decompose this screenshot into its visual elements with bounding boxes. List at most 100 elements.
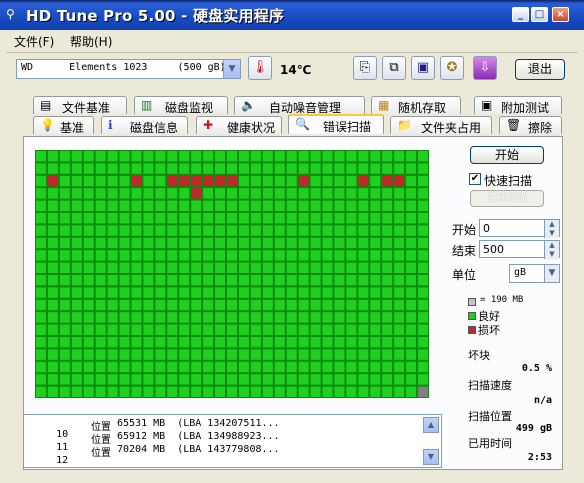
block-good bbox=[310, 312, 321, 323]
download-icon[interactable]: ⇩ bbox=[473, 56, 497, 80]
block-good bbox=[418, 200, 428, 211]
block-good bbox=[155, 250, 166, 261]
block-good bbox=[143, 386, 154, 397]
block-good bbox=[250, 200, 261, 211]
bad-blocks-label: 坏块 bbox=[468, 349, 490, 362]
block-good bbox=[155, 163, 166, 174]
block-good bbox=[286, 361, 297, 373]
block-good bbox=[274, 188, 285, 199]
block-good bbox=[394, 151, 405, 162]
block-good bbox=[418, 163, 428, 174]
block-good bbox=[131, 299, 142, 311]
block-good bbox=[382, 337, 393, 348]
block-good bbox=[95, 374, 106, 385]
tab-file-benchmark[interactable]: ▤ 文件基准 bbox=[33, 96, 127, 115]
save-icon[interactable]: ▣ bbox=[411, 56, 435, 80]
minimize-button[interactable]: _ bbox=[512, 7, 529, 22]
drive-select[interactable]: WD Elements 1023 (500 gB) ▼ bbox=[16, 59, 241, 79]
menu-help[interactable]: 帮助(H) bbox=[70, 33, 112, 50]
block-good bbox=[274, 213, 285, 224]
spinner-icon[interactable]: ▲ ▼ bbox=[544, 241, 559, 259]
block-good bbox=[250, 374, 261, 385]
maximize-button[interactable]: □ bbox=[531, 7, 548, 22]
chevron-down-icon[interactable]: ▼ bbox=[223, 60, 240, 78]
block-good bbox=[250, 213, 261, 224]
block-good bbox=[238, 225, 249, 236]
tab-erase[interactable]: 🗑 擦除 bbox=[499, 116, 562, 135]
block-good bbox=[131, 349, 142, 360]
block-good bbox=[71, 213, 82, 224]
tab-extra-tests[interactable]: ▣ 附加测试 bbox=[474, 96, 562, 115]
spinner-icon[interactable]: ▲ ▼ bbox=[544, 220, 559, 238]
block-damaged bbox=[382, 175, 393, 187]
block-good bbox=[274, 349, 285, 360]
block-good bbox=[370, 237, 381, 249]
block-good bbox=[191, 225, 202, 236]
block-good bbox=[346, 386, 357, 397]
block-good bbox=[238, 262, 249, 273]
unit-select[interactable]: gB ▼ bbox=[509, 264, 560, 283]
end-value-field[interactable]: 500 ▲ ▼ bbox=[479, 240, 560, 259]
tab-error-scan[interactable]: 🔍 错误扫描 bbox=[288, 114, 384, 134]
block-good bbox=[274, 225, 285, 236]
block-good bbox=[274, 200, 285, 211]
copy-all-icon[interactable]: ⧉ bbox=[382, 56, 406, 80]
block-good bbox=[36, 324, 46, 335]
block-good bbox=[107, 287, 118, 298]
block-good bbox=[238, 275, 249, 286]
block-good bbox=[334, 250, 345, 261]
health-cross-icon: ✚ bbox=[203, 118, 214, 132]
block-good bbox=[334, 275, 345, 286]
menu-file[interactable]: 文件(F) bbox=[14, 33, 54, 50]
block-good bbox=[47, 188, 58, 199]
block-good bbox=[310, 237, 321, 249]
quick-scan-checkbox[interactable]: ✔ bbox=[469, 173, 481, 185]
block-good bbox=[119, 299, 130, 311]
copy-icon[interactable]: ⎘ bbox=[353, 56, 377, 80]
info-icon: ℹ bbox=[108, 118, 113, 132]
block-good bbox=[310, 200, 321, 211]
block-good bbox=[95, 200, 106, 211]
block-good bbox=[143, 200, 154, 211]
tab-benchmark[interactable]: 💡 基准 bbox=[33, 116, 94, 135]
tab-health[interactable]: ✚ 健康状况 bbox=[196, 116, 282, 135]
file-benchmark-icon: ▤ bbox=[40, 98, 52, 112]
exit-button[interactable]: 退出 bbox=[515, 59, 565, 80]
tab-folder-usage[interactable]: 📁 文件夹占用 bbox=[390, 116, 492, 135]
block-good bbox=[310, 349, 321, 360]
block-good bbox=[95, 312, 106, 323]
block-good bbox=[322, 337, 333, 348]
block-good bbox=[298, 386, 309, 397]
block-good bbox=[131, 361, 142, 373]
scan-position-value: 499 gB bbox=[515, 423, 552, 434]
chevron-down-icon[interactable]: ▼ bbox=[544, 265, 559, 282]
scan-block-map bbox=[35, 150, 429, 398]
block-good bbox=[418, 361, 428, 373]
options-icon[interactable]: ✪ bbox=[440, 56, 464, 80]
start-value-field[interactable]: 0 ▲ ▼ bbox=[479, 219, 560, 238]
block-good bbox=[83, 287, 94, 298]
damaged-block-list[interactable]: 10 位置 65531 MB (LBA 134207511... 11 位置 6… bbox=[23, 414, 442, 468]
block-good bbox=[167, 151, 178, 162]
block-good bbox=[394, 287, 405, 298]
block-good bbox=[119, 237, 130, 249]
start-button[interactable]: 开始 bbox=[470, 146, 544, 164]
scroll-down-button[interactable]: ▼ bbox=[423, 449, 439, 465]
block-good bbox=[143, 225, 154, 236]
tab-random-access[interactable]: ▦ 随机存取 bbox=[371, 96, 461, 115]
scroll-up-button[interactable]: ▲ bbox=[423, 417, 439, 433]
tab-aam[interactable]: 🔈 自动噪音管理 bbox=[234, 96, 365, 115]
block-good bbox=[83, 386, 94, 397]
tab-disk-monitor[interactable]: ▥ 磁盘监视 bbox=[134, 96, 228, 115]
close-button[interactable]: × bbox=[552, 7, 569, 22]
block-good bbox=[71, 175, 82, 187]
block-good bbox=[47, 337, 58, 348]
block-good bbox=[143, 188, 154, 199]
tab-disk-info[interactable]: ℹ 磁盘信息 bbox=[101, 116, 188, 135]
block-good bbox=[406, 188, 417, 199]
block-good bbox=[143, 163, 154, 174]
block-good bbox=[334, 312, 345, 323]
elapsed-label: 已用时间 bbox=[468, 437, 512, 450]
block-good bbox=[47, 151, 58, 162]
block-good bbox=[298, 299, 309, 311]
